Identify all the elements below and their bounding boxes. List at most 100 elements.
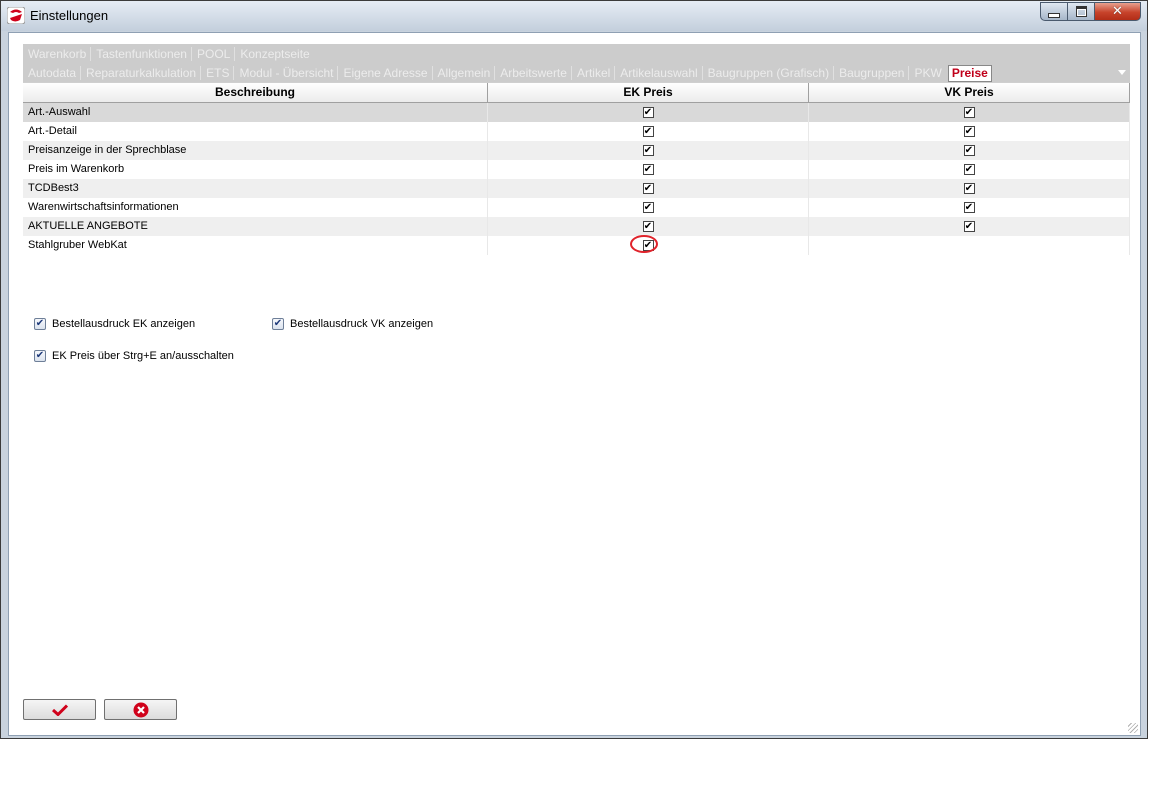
ek-price-cell: ✔ (488, 198, 809, 217)
table-row[interactable]: TCDBest3 ✔ ✔ (23, 179, 1130, 198)
resize-grip-icon[interactable] (1128, 723, 1138, 733)
bestellausdruck-ek-label: Bestellausdruck EK anzeigen (52, 318, 196, 330)
tab-konzeptseite[interactable]: Konzeptseite (235, 46, 313, 62)
tab-ets[interactable]: ETS (201, 65, 233, 81)
table-row[interactable]: Art.-Detail ✔ ✔ (23, 122, 1130, 141)
tab-pkw[interactable]: PKW (909, 65, 945, 81)
option-bestellausdruck-ek[interactable]: ✔ Bestellausdruck EK anzeigen (34, 318, 195, 330)
tab-row-2: Autodata Reparaturkalkulation ETS Modul - Ü… (23, 65, 992, 82)
tab-baugruppen[interactable]: Baugruppen (834, 65, 908, 81)
tab-row-1: Warenkorb Tastenfunktionen POOL Konzeptseit… (23, 46, 314, 62)
table-body: Art.-Auswahl ✔ ✔ Art.-Detail ✔ ✔ Preisanzeige … (23, 103, 1130, 255)
tab-tastenfunktionen[interactable]: Tastenfunktionen (91, 46, 191, 62)
bestellausdruck-vk-label: Bestellausdruck VK anzeigen (290, 318, 434, 330)
ek-price-cell: ✔ (488, 217, 809, 236)
row-description: Preisanzeige in der Sprechblase (23, 141, 488, 160)
vk-price-checkbox[interactable]: ✔ (963, 107, 975, 118)
tab-artikelauswahl[interactable]: Artikelauswahl (615, 65, 701, 81)
vk-price-cell: ✔ (809, 141, 1130, 160)
ek-price-cell: ✔ (488, 235, 809, 255)
ek-price-checkbox[interactable]: ✔ (642, 145, 654, 156)
ek-price-checkbox[interactable]: ✔ (629, 235, 658, 253)
column-header-vk-price[interactable]: VK Preis (809, 83, 1130, 103)
close-icon: ✕ (1112, 4, 1123, 19)
ek-price-cell: ✔ (488, 141, 809, 160)
table-row[interactable]: Warenwirtschaftsinformationen ✔ ✔ (23, 198, 1130, 217)
cancel-button[interactable] (104, 699, 177, 720)
option-bestellausdruck-vk[interactable]: ✔ Bestellausdruck VK anzeigen (272, 318, 433, 330)
row-description: Warenwirtschaftsinformationen (23, 198, 488, 217)
vk-price-cell: ✔ (809, 179, 1130, 198)
tab-arbeitswerte[interactable]: Arbeitswerte (495, 65, 571, 81)
ek-price-checkbox[interactable]: ✔ (642, 183, 654, 194)
ek-price-checkbox[interactable]: ✔ (642, 164, 654, 175)
cancel-circle-icon (133, 702, 148, 717)
vk-price-checkbox[interactable]: ✔ (963, 126, 975, 137)
row-description: AKTUELLE ANGEBOTE (23, 217, 488, 236)
tab-autodata[interactable]: Autodata (23, 65, 80, 81)
vk-price-cell: ✔ (809, 122, 1130, 141)
tab-scroll-down-icon[interactable] (1118, 70, 1126, 75)
bestellausdruck-ek-checkbox[interactable]: ✔ (34, 318, 46, 330)
highlight-circle (629, 235, 658, 253)
tab-pool[interactable]: POOL (192, 46, 234, 62)
row-description: Stahlgruber WebKat (23, 236, 488, 255)
table-row[interactable]: Art.-Auswahl ✔ ✔ (23, 103, 1130, 122)
table-row[interactable]: Preis im Warenkorb ✔ ✔ (23, 160, 1130, 179)
vk-price-cell: ✔ (809, 217, 1130, 236)
ek-price-checkbox[interactable]: ✔ (642, 126, 654, 137)
ek-price-cell: ✔ (488, 160, 809, 179)
row-description: Art.-Auswahl (23, 103, 488, 122)
row-description: Art.-Detail (23, 122, 488, 141)
title-bar[interactable]: Einstellungen ✕ (1, 1, 1147, 31)
ek-toggle-label: EK Preis über Strg+E an/ausschalten (52, 350, 234, 362)
vk-price-cell: ✔ (809, 198, 1130, 217)
vk-price-cell (809, 236, 1130, 255)
vk-price-checkbox[interactable]: ✔ (963, 183, 975, 194)
tab-baugruppen-grafisch[interactable]: Baugruppen (Grafisch) (703, 65, 833, 81)
vk-price-checkbox[interactable]: ✔ (963, 221, 975, 232)
vk-price-checkbox[interactable]: ✔ (963, 202, 975, 213)
row-description: Preis im Warenkorb (23, 160, 488, 179)
option-ek-toggle[interactable]: ✔ EK Preis über Strg+E an/ausschalten (34, 350, 234, 362)
bestellausdruck-vk-checkbox[interactable]: ✔ (272, 318, 284, 330)
ek-price-cell: ✔ (488, 122, 809, 141)
row-description: TCDBest3 (23, 179, 488, 198)
tab-warenkorb[interactable]: Warenkorb (23, 46, 90, 62)
ek-price-checkbox[interactable]: ✔ (642, 202, 654, 213)
ek-price-cell: ✔ (488, 103, 809, 122)
checkmark-icon (51, 703, 68, 716)
ek-price-checkbox[interactable]: ✔ (642, 107, 654, 118)
tab-strip: Warenkorb Tastenfunktionen POOL Konzeptseit… (23, 44, 1130, 84)
ok-button[interactable] (23, 699, 96, 720)
table-row[interactable]: Preisanzeige in der Sprechblase ✔ ✔ (23, 141, 1130, 160)
tab-reparaturkalkulation[interactable]: Reparaturkalkulation (81, 65, 200, 81)
close-button[interactable]: ✕ (1095, 2, 1141, 21)
tab-modul-übersicht[interactable]: Modul - Übersicht (234, 65, 337, 81)
price-table: Beschreibung EK Preis VK Preis Art.-Ausw… (23, 82, 1130, 255)
window-title: Einstellungen (30, 8, 109, 23)
app-logo-icon (7, 7, 25, 24)
settings-window: Einstellungen ✕ Warenkorb Tastenfunktione… (0, 0, 1148, 739)
tab-artikel[interactable]: Artikel (572, 65, 614, 81)
vk-price-cell: ✔ (809, 160, 1130, 179)
tab-preise[interactable]: Preise (947, 65, 992, 82)
ek-price-checkbox[interactable]: ✔ (642, 221, 654, 232)
maximize-button[interactable] (1068, 2, 1095, 21)
tab-eigene-adresse[interactable]: Eigene Adresse (338, 65, 431, 81)
table-row[interactable]: Stahlgruber WebKat ✔ (23, 235, 1130, 255)
ek-price-cell: ✔ (488, 179, 809, 198)
vk-price-checkbox[interactable]: ✔ (963, 145, 975, 156)
minimize-icon (1048, 12, 1060, 18)
column-header-ek-price[interactable]: EK Preis (488, 83, 809, 103)
ek-toggle-checkbox[interactable]: ✔ (34, 350, 46, 362)
vk-price-cell: ✔ (809, 103, 1130, 122)
tab-allgemein[interactable]: Allgemein (433, 65, 495, 81)
column-header-description[interactable]: Beschreibung (23, 83, 488, 103)
table-row[interactable]: AKTUELLE ANGEBOTE ✔ ✔ (23, 217, 1130, 236)
maximize-icon (1075, 6, 1087, 17)
vk-price-checkbox[interactable]: ✔ (963, 164, 975, 175)
settings-content: Warenkorb Tastenfunktionen POOL Konzeptseit… (8, 32, 1141, 736)
table-header: Beschreibung EK Preis VK Preis (23, 82, 1130, 103)
minimize-button[interactable] (1040, 2, 1068, 21)
